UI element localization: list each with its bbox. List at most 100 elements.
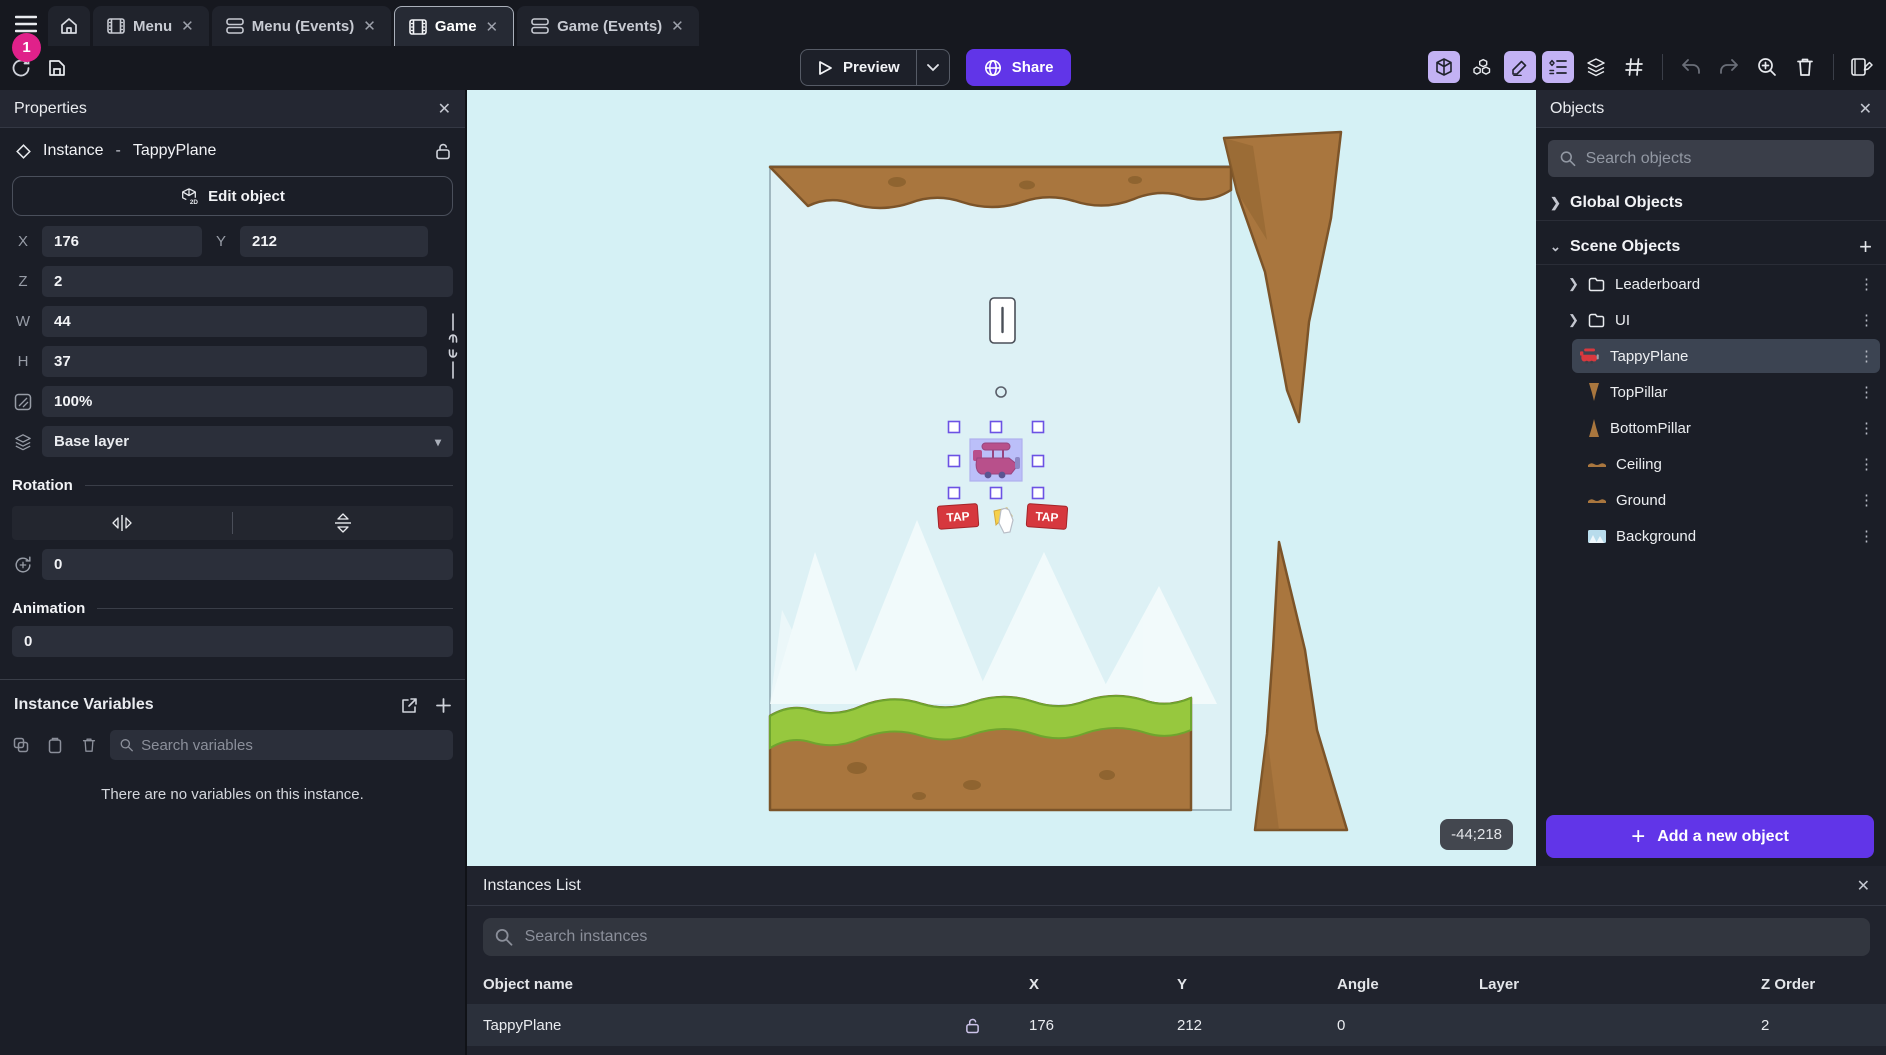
kebab-menu-icon[interactable]: ⋮ (1859, 419, 1874, 437)
delete-variable-button[interactable] (76, 732, 102, 758)
size-rows: W H (0, 306, 465, 377)
tap-indicator-sprite[interactable] (990, 298, 1015, 343)
flip-vertical-button[interactable] (233, 506, 453, 540)
kebab-menu-icon[interactable]: ⋮ (1859, 455, 1874, 473)
properties-close-icon[interactable]: ✕ (438, 99, 451, 119)
paste-variable-button[interactable] (42, 732, 68, 758)
tab-close-icon[interactable]: ✕ (485, 18, 500, 36)
preview-options-button[interactable] (916, 50, 949, 85)
link-dimensions-button[interactable] (445, 312, 461, 374)
tab-close-icon[interactable]: ✕ (362, 17, 377, 35)
kebab-menu-icon[interactable]: ⋮ (1859, 527, 1874, 545)
object-row-ceiling[interactable]: Ceiling ⋮ (1580, 447, 1880, 481)
height-field[interactable] (42, 346, 427, 377)
variables-search-input[interactable] (141, 737, 443, 754)
flip-horizontal-button[interactable] (12, 506, 232, 540)
object-row-bottompillar[interactable]: BottomPillar ⋮ (1580, 411, 1880, 445)
tab-home[interactable] (48, 6, 90, 46)
add-new-object-button[interactable]: + Add a new object (1546, 815, 1874, 858)
width-field[interactable] (42, 306, 427, 337)
delete-button[interactable] (1789, 51, 1821, 83)
layers-button[interactable] (1580, 51, 1612, 83)
copy-variable-button[interactable] (8, 732, 34, 758)
kebab-menu-icon[interactable]: ⋮ (1859, 491, 1874, 509)
redo-button[interactable] (1713, 51, 1745, 83)
tab-menu-events[interactable]: Menu (Events) ✕ (212, 6, 391, 46)
object-row-background[interactable]: Background ⋮ (1580, 519, 1880, 553)
chain-link-icon (445, 312, 461, 380)
tab-close-icon[interactable]: ✕ (670, 17, 685, 35)
add-variable-button[interactable] (436, 698, 451, 713)
grid-button[interactable] (1618, 51, 1650, 83)
animation-field[interactable] (12, 626, 453, 657)
objects-title: Objects (1550, 100, 1604, 118)
scene-objects-label: Scene Objects (1570, 238, 1680, 256)
instance-table-row[interactable]: TappyPlane 176 212 0 2 (467, 1004, 1886, 1046)
object-row-leaderboard[interactable]: ❯ Leaderboard ⋮ (1560, 267, 1880, 301)
chevron-right-icon: ❯ (1568, 312, 1578, 328)
scene-objects-section[interactable]: ⌄ Scene Objects + (1536, 229, 1886, 265)
animation-title: Animation (12, 600, 85, 617)
z-field[interactable] (42, 266, 453, 297)
object-row-ground[interactable]: Ground ⋮ (1580, 483, 1880, 517)
toggle-3d-view-button[interactable] (1428, 51, 1460, 83)
edit-mode-button[interactable] (1504, 51, 1536, 83)
instance-row-x: 176 (1029, 1017, 1177, 1034)
instance-row-angle: 0 (1337, 1017, 1479, 1034)
tab-game-events[interactable]: Game (Events) ✕ (517, 6, 699, 46)
kebab-menu-icon[interactable]: ⋮ (1859, 311, 1874, 329)
rotation-field[interactable] (42, 549, 453, 580)
object-row-tappyplane[interactable]: TappyPlane ⋮ (1572, 339, 1880, 373)
open-variables-editor-button[interactable] (401, 697, 418, 714)
chevron-down-icon: ▾ (435, 435, 441, 449)
instance-lock-button[interactable] (965, 1017, 1029, 1034)
instance-diamond-icon (16, 144, 31, 159)
ground-object[interactable] (770, 696, 1191, 810)
global-objects-section[interactable]: ❯ Global Objects (1536, 185, 1886, 221)
top-pillar-object[interactable] (1224, 132, 1341, 422)
objects-search-input[interactable] (1586, 150, 1862, 168)
preview-button[interactable]: Preview (801, 50, 916, 85)
instance-properties-button[interactable] (1542, 51, 1574, 83)
tab-menu[interactable]: Menu ✕ (93, 6, 209, 46)
x-field[interactable] (42, 226, 202, 257)
tab-game[interactable]: Game ✕ (394, 6, 514, 46)
kebab-menu-icon[interactable]: ⋮ (1859, 275, 1874, 293)
scene-canvas[interactable]: TAP TAP -44;218 (467, 90, 1536, 866)
x-label: X (12, 233, 34, 250)
object-row-ui[interactable]: ❯ UI ⋮ (1560, 303, 1880, 337)
edit-scene-events-button[interactable] (1846, 51, 1878, 83)
animation-section-header: Animation (12, 600, 453, 617)
instance-name: TappyPlane (133, 142, 217, 160)
instances-search-input[interactable] (525, 928, 1858, 946)
tappy-plane-sprite[interactable] (970, 439, 1022, 481)
object-row-toppillar[interactable]: TopPillar ⋮ (1580, 375, 1880, 409)
unlock-icon (435, 142, 451, 160)
opacity-field[interactable] (42, 386, 453, 417)
kebab-menu-icon[interactable]: ⋮ (1859, 383, 1874, 401)
undo-button[interactable] (1675, 51, 1707, 83)
add-object-quick-icon[interactable]: + (1859, 234, 1872, 260)
objects-close-icon[interactable]: ✕ (1859, 99, 1872, 119)
instances-close-icon[interactable]: ✕ (1857, 876, 1870, 896)
opacity-icon (12, 393, 34, 411)
tap-ribbon-left[interactable]: TAP (937, 504, 979, 530)
kebab-menu-icon[interactable]: ⋮ (1859, 347, 1874, 365)
lock-button[interactable] (435, 142, 451, 160)
zoom-button[interactable] (1751, 51, 1783, 83)
y-field[interactable] (240, 226, 428, 257)
objects-blocks-button[interactable] (1466, 51, 1498, 83)
share-button[interactable]: Share (966, 49, 1072, 86)
tap-ribbon-right[interactable]: TAP (1026, 504, 1068, 530)
bottom-pillar-object[interactable] (1255, 542, 1347, 830)
properties-panel: Properties ✕ Instance - TappyPlane 2D Ed… (0, 90, 465, 1055)
save-button[interactable] (42, 53, 72, 83)
edit-object-label: Edit object (208, 188, 285, 205)
edit-object-button[interactable]: 2D Edit object (12, 176, 453, 216)
chevron-down-icon: ⌄ (1550, 239, 1560, 255)
toolbar: 1 Preview Share (0, 46, 1886, 90)
layer-dropdown[interactable]: Base layer ▾ (42, 426, 453, 457)
instance-variables-title: Instance Variables (14, 696, 154, 714)
scene-render: TAP TAP (467, 90, 1536, 866)
tab-close-icon[interactable]: ✕ (180, 17, 195, 35)
